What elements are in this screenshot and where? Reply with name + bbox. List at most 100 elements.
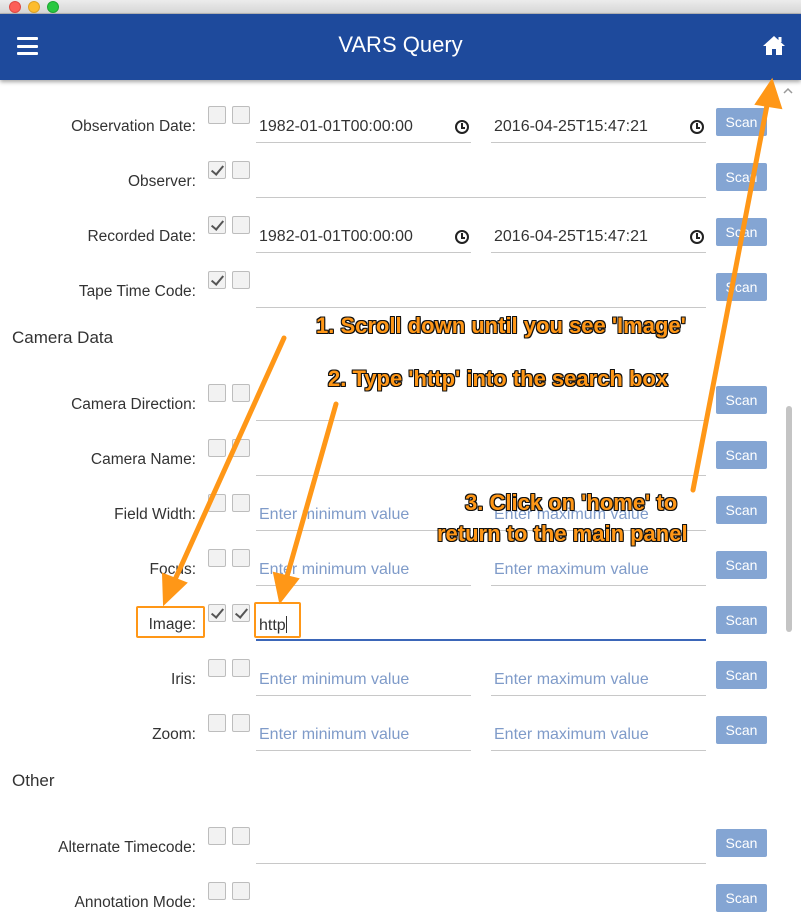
observation-date-label: Observation Date:	[71, 118, 196, 135]
camera-direction-filter-checkbox[interactable]	[232, 384, 250, 402]
camera-name-row: Camera Name: Scan	[0, 439, 790, 479]
window-titlebar	[0, 0, 801, 14]
scan-button[interactable]: Scan	[716, 829, 767, 857]
tape-time-code-label: Tape Time Code:	[78, 283, 196, 300]
zoom-window-button[interactable]	[47, 1, 59, 13]
field-width-return-checkbox[interactable]	[208, 494, 226, 512]
focus-min-input[interactable]: Enter minimum value	[256, 553, 471, 586]
alternate-timecode-return-checkbox[interactable]	[208, 827, 226, 845]
focus-label: Focus:	[149, 561, 196, 578]
annotation-step-1: 1. Scroll down until you see 'Image'	[316, 313, 686, 338]
recorded-date-start-input[interactable]: 1982-01-01T00:00:00	[256, 220, 471, 253]
iris-label: Iris:	[171, 671, 196, 688]
scan-button[interactable]: Scan	[716, 273, 767, 301]
annotation-step-3-line-1: 3. Click on 'home' to	[465, 490, 678, 515]
observation-date-end-input[interactable]: 2016-04-25T15:47:21	[491, 110, 706, 143]
iris-row: Iris: Enter minimum value Enter maximum …	[0, 659, 790, 699]
clock-icon[interactable]	[690, 120, 704, 134]
scan-button[interactable]: Scan	[716, 661, 767, 689]
zoom-return-checkbox[interactable]	[208, 714, 226, 732]
scan-button[interactable]: Scan	[716, 884, 767, 912]
zoom-min-input[interactable]: Enter minimum value	[256, 718, 471, 751]
zoom-max-input[interactable]: Enter maximum value	[491, 718, 706, 751]
alternate-timecode-input[interactable]	[256, 831, 706, 864]
iris-return-checkbox[interactable]	[208, 659, 226, 677]
clock-icon[interactable]	[455, 120, 469, 134]
iris-max-input[interactable]: Enter maximum value	[491, 663, 706, 696]
alternate-timecode-label: Alternate Timecode:	[58, 839, 196, 856]
annotation-mode-return-checkbox[interactable]	[208, 882, 226, 900]
zoom-row: Zoom: Enter minimum value Enter maximum …	[0, 714, 790, 754]
home-icon[interactable]	[762, 34, 786, 56]
image-input-highlight-box	[254, 602, 301, 638]
scan-button[interactable]: Scan	[716, 606, 767, 634]
annotation-mode-row: Annotation Mode: Scan	[0, 882, 790, 918]
zoom-label: Zoom:	[152, 726, 196, 743]
scan-button[interactable]: Scan	[716, 496, 767, 524]
scan-button[interactable]: Scan	[716, 716, 767, 744]
camera-name-label: Camera Name:	[90, 451, 196, 468]
focus-row: Focus: Enter minimum value Enter maximum…	[0, 549, 790, 589]
annotation-step-2: 2. Type 'http' into the search box	[328, 366, 669, 391]
recorded-date-end-input[interactable]: 2016-04-25T15:47:21	[491, 220, 706, 253]
vertical-scrollbar[interactable]	[786, 406, 792, 632]
image-search-input[interactable]: http	[256, 608, 706, 641]
focus-filter-checkbox[interactable]	[232, 549, 250, 567]
scan-button[interactable]: Scan	[716, 108, 767, 136]
minimize-window-button[interactable]	[28, 1, 40, 13]
camera-direction-label: Camera Direction:	[71, 396, 196, 413]
app-header: VARS Query	[0, 14, 801, 80]
alternate-timecode-row: Alternate Timecode: Scan	[0, 827, 790, 867]
annotation-step-3-line-2: return to the main panel	[437, 521, 688, 546]
scan-button[interactable]: Scan	[716, 163, 767, 191]
image-label-highlight-box	[136, 606, 205, 638]
observer-label: Observer:	[127, 173, 196, 190]
clock-icon[interactable]	[690, 230, 704, 244]
iris-filter-checkbox[interactable]	[232, 659, 250, 677]
observer-return-checkbox[interactable]	[208, 161, 226, 179]
image-return-checkbox[interactable]	[208, 604, 226, 622]
arrow-head-icon	[754, 77, 783, 110]
tape-time-code-filter-checkbox[interactable]	[232, 271, 250, 289]
observation-date-filter-checkbox[interactable]	[232, 106, 250, 124]
observation-date-return-checkbox[interactable]	[208, 106, 226, 124]
other-section-heading: Other	[12, 771, 55, 790]
observer-input[interactable]	[256, 165, 706, 198]
zoom-filter-checkbox[interactable]	[232, 714, 250, 732]
field-width-filter-checkbox[interactable]	[232, 494, 250, 512]
scan-button[interactable]: Scan	[716, 386, 767, 414]
observation-date-row: Observation Date: 1982-01-01T00:00:00 20…	[0, 106, 790, 146]
camera-name-return-checkbox[interactable]	[208, 439, 226, 457]
camera-data-section-heading: Camera Data	[12, 328, 114, 347]
tape-time-code-input[interactable]	[256, 275, 706, 308]
recorded-date-row: Recorded Date: 1982-01-01T00:00:00 2016-…	[0, 216, 790, 256]
image-filter-checkbox[interactable]	[232, 604, 250, 622]
observation-date-start-input[interactable]: 1982-01-01T00:00:00	[256, 110, 471, 143]
camera-name-input[interactable]	[256, 443, 706, 476]
observer-row: Observer: Scan	[0, 161, 790, 201]
iris-min-input[interactable]: Enter minimum value	[256, 663, 471, 696]
field-width-label: Field Width:	[114, 506, 196, 523]
close-window-button[interactable]	[9, 1, 21, 13]
scan-button[interactable]: Scan	[716, 441, 767, 469]
camera-direction-return-checkbox[interactable]	[208, 384, 226, 402]
annotation-mode-filter-checkbox[interactable]	[232, 882, 250, 900]
recorded-date-filter-checkbox[interactable]	[232, 216, 250, 234]
annotation-mode-input[interactable]	[256, 886, 706, 918]
focus-return-checkbox[interactable]	[208, 549, 226, 567]
tape-time-code-return-checkbox[interactable]	[208, 271, 226, 289]
app-title: VARS Query	[338, 32, 463, 57]
recorded-date-return-checkbox[interactable]	[208, 216, 226, 234]
image-row: Image: http Scan	[0, 604, 790, 644]
alternate-timecode-filter-checkbox[interactable]	[232, 827, 250, 845]
camera-direction-input[interactable]	[256, 388, 706, 421]
focus-max-input[interactable]: Enter maximum value	[491, 553, 706, 586]
scan-button[interactable]: Scan	[716, 551, 767, 579]
scroll-up-arrow-icon[interactable]	[783, 86, 793, 96]
camera-name-filter-checkbox[interactable]	[232, 439, 250, 457]
annotation-mode-label: Annotation Mode:	[74, 894, 196, 911]
recorded-date-label: Recorded Date:	[87, 228, 196, 245]
clock-icon[interactable]	[455, 230, 469, 244]
observer-filter-checkbox[interactable]	[232, 161, 250, 179]
scan-button[interactable]: Scan	[716, 218, 767, 246]
